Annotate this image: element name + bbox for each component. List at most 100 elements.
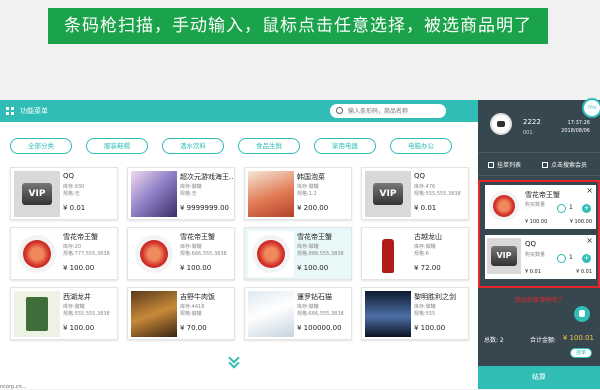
close-icon[interactable]: × <box>586 237 593 245</box>
checkout-button[interactable]: 结算 <box>478 366 600 389</box>
product-stock: 库存:做罐 <box>297 184 319 190</box>
product-price: ¥ 72.00 <box>414 264 441 272</box>
cart-item-unit-price: ¥ 0.01 <box>525 269 541 275</box>
product-stock: 库存:做罐 <box>414 304 436 310</box>
category-tab-appliances[interactable]: 家用电器 <box>314 138 376 154</box>
product-card[interactable]: 雪花帝王蟹 库存:做罐 规格:666,555,3838 ¥ 100.00 <box>127 227 235 280</box>
pos-app: 功能菜单 全部分类 服装鞋帽 酒水饮料 食品生鲜 家用电器 电脑办公 VIP Q… <box>0 98 600 390</box>
total-value: ¥ 100.01 <box>562 334 594 342</box>
product-card[interactable]: 吉野牛肉饭 库存:4418 规格:做罐 ¥ 70.00 <box>127 287 235 340</box>
product-stock: 库存:做罐 <box>297 304 319 310</box>
product-stock: 库存:20 <box>63 244 82 250</box>
product-card[interactable]: 西湖龙井 库存:做罐 规格:555,555,3838 ¥ 100.00 <box>10 287 118 340</box>
product-spec: 规格:无 <box>180 191 197 197</box>
user-panel: 2222 001 17:37:26 2018/08/06 76% <box>478 98 600 152</box>
product-name: 雪花帝王蟹 <box>297 233 332 241</box>
product-name: 暹罗钻石猫 <box>297 293 332 301</box>
product-stock: 库存:4418 <box>180 304 205 310</box>
product-grid: VIP QQ 库存:930 规格:无 ¥ 0.01 超次元游戏海王... 库存:… <box>10 167 470 340</box>
side-actions: 挂单列表 点击搜索会员 <box>478 152 600 176</box>
search-box[interactable] <box>330 104 446 118</box>
list-icon <box>488 162 494 168</box>
product-stock: 库存:做罐 <box>180 184 202 190</box>
product-name: 韩国泡菜 <box>297 173 325 181</box>
product-name: 超次元游戏海王... <box>180 173 234 181</box>
product-stock: 库存:做罐 <box>297 244 319 250</box>
qty-value[interactable]: 1 <box>569 254 573 261</box>
cart-item-total: ¥ 100.00 <box>569 219 592 225</box>
cart-item-name: 雪花帝王蟹 <box>525 191 560 199</box>
product-spec: 规格:1.2 <box>297 191 317 197</box>
qty-plus-button[interactable]: + <box>582 204 591 213</box>
product-spec: 规格:555,555,3838 <box>63 311 110 317</box>
qty-minus-button[interactable] <box>557 204 566 213</box>
category-tab-food[interactable]: 食品生鲜 <box>238 138 300 154</box>
product-price: ¥ 9999999.00 <box>180 204 229 212</box>
product-card-selected[interactable]: 雪花帝王蟹 库存:做罐 规格:888,555,3838 ¥ 100.00 <box>244 227 352 280</box>
member-fab-icon[interactable] <box>574 306 590 322</box>
product-image <box>248 231 294 277</box>
cart-item-unit-price: ¥ 100.00 <box>525 219 548 225</box>
product-card[interactable]: 黎明胜利之剑 库存:做罐 规格:555 ¥ 100.00 <box>361 287 469 340</box>
search-input[interactable] <box>348 105 442 117</box>
product-price: ¥ 100.00 <box>63 264 95 272</box>
product-image <box>14 291 60 337</box>
product-price: ¥ 70.00 <box>180 324 207 332</box>
product-spec: 规格:888,555,3838 <box>297 251 344 257</box>
product-image <box>248 171 294 217</box>
product-spec: 规格:无 <box>63 191 80 197</box>
product-card[interactable]: 古越龙山 库存:做罐 规格:6 ¥ 72.00 <box>361 227 469 280</box>
product-image <box>131 231 177 277</box>
product-image: VIP <box>365 171 411 217</box>
hang-list-label: 挂单列表 <box>497 162 522 169</box>
product-stock: 库存:476 <box>414 184 436 190</box>
cart-item-total: ¥ 0.01 <box>576 269 592 275</box>
cart-item[interactable]: VIP QQ 购买数量 1 + ¥ 0.01 ¥ 0.01 × <box>485 235 596 279</box>
avatar[interactable] <box>490 113 512 135</box>
product-name: 西湖龙井 <box>63 293 91 301</box>
product-spec: 规格:6 <box>414 251 429 257</box>
cart-item-image: VIP <box>487 238 521 274</box>
top-bar: 功能菜单 <box>0 100 478 122</box>
chevron-down-icon[interactable] <box>228 352 242 369</box>
product-spec: 规格:777,555,3838 <box>63 251 110 257</box>
product-spec: 规格:666,555,3838 <box>297 311 344 317</box>
product-price: ¥ 100.00 <box>63 324 95 332</box>
close-icon[interactable]: × <box>586 187 593 195</box>
qty-value[interactable]: 1 <box>569 204 573 211</box>
product-name: 古越龙山 <box>414 233 442 241</box>
cart-note: 商品列表清晰明了 <box>514 297 563 304</box>
product-image <box>365 231 411 277</box>
product-price: ¥ 200.00 <box>297 204 329 212</box>
product-image <box>131 291 177 337</box>
product-card[interactable]: 韩国泡菜 库存:做罐 规格:1.2 ¥ 200.00 <box>244 167 352 220</box>
promo-banner: 条码枪扫描，手动输入，鼠标点击任意选择，被选商品明了 <box>48 8 548 44</box>
product-card[interactable]: 超次元游戏海王... 库存:做罐 规格:无 ¥ 9999999.00 <box>127 167 235 220</box>
product-image <box>131 171 177 217</box>
category-tab-clothing[interactable]: 服装鞋帽 <box>86 138 148 154</box>
product-image <box>14 231 60 277</box>
product-price: ¥ 100.00 <box>297 264 329 272</box>
function-menu-label[interactable]: 功能菜单 <box>20 106 48 116</box>
qty-minus-button[interactable] <box>557 254 566 263</box>
qty-plus-button[interactable]: + <box>582 254 591 263</box>
category-tabs: 全部分类 服装鞋帽 酒水饮料 食品生鲜 家用电器 电脑办公 <box>10 138 470 154</box>
product-card[interactable]: VIP QQ 库存:476 规格:555,555,3838 ¥ 0.01 <box>361 167 469 220</box>
product-card[interactable]: VIP QQ 库存:930 规格:无 ¥ 0.01 <box>10 167 118 220</box>
product-card[interactable]: 暹罗钻石猫 库存:做罐 规格:666,555,3838 ¥ 100000.00 <box>244 287 352 340</box>
product-name: 吉野牛肉饭 <box>180 293 215 301</box>
hang-order-button[interactable]: 挂单 <box>570 348 592 358</box>
product-card[interactable]: 雪花帝王蟹 库存:20 规格:777,555,3838 ¥ 100.00 <box>10 227 118 280</box>
hang-list-button[interactable]: 挂单列表 <box>488 160 521 169</box>
search-icon <box>336 107 343 114</box>
cart-item[interactable]: 雪花帝王蟹 购买数量 1 + ¥ 100.00 ¥ 100.00 × <box>485 185 596 229</box>
user-icon <box>542 162 548 168</box>
member-search-button[interactable]: 点击搜索会员 <box>542 160 587 169</box>
item-count: 总数: 2 <box>484 337 504 344</box>
category-tab-drinks[interactable]: 酒水饮料 <box>162 138 224 154</box>
product-price: ¥ 100.00 <box>180 264 212 272</box>
category-tab-all[interactable]: 全部分类 <box>10 138 72 154</box>
product-price: ¥ 100.00 <box>414 324 446 332</box>
category-tab-office[interactable]: 电脑办公 <box>390 138 452 154</box>
menu-grid-icon[interactable] <box>6 107 14 115</box>
